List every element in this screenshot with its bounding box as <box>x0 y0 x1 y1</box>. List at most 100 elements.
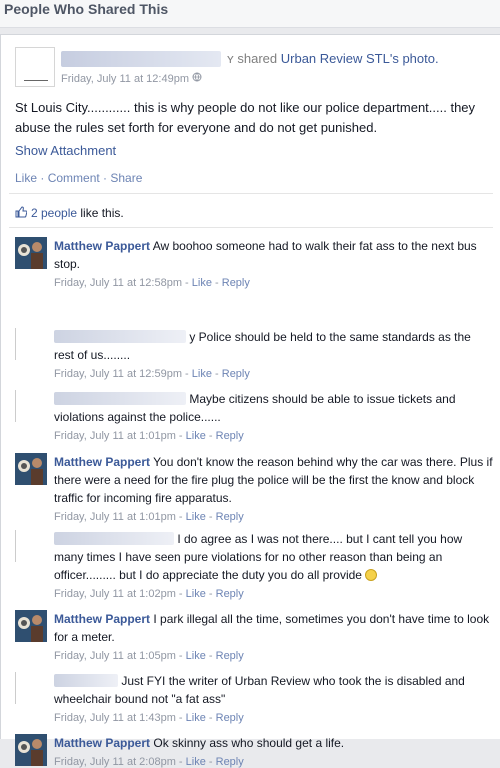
comment-meta: Friday, July 11 at 2:08pm - Like - Reply <box>54 756 244 768</box>
commenter-name-redacted[interactable] <box>54 674 118 687</box>
thumbs-up-icon <box>15 206 28 218</box>
comment-body: Matthew Pappert Aw boohoo someone had to… <box>54 237 494 273</box>
sep: - <box>205 650 216 662</box>
sep: - <box>205 756 216 768</box>
comment-like-link[interactable]: Like <box>186 650 206 662</box>
comment-timestamp[interactable]: Friday, July 11 at 1:01pm <box>54 430 176 442</box>
divider <box>9 193 493 194</box>
commenter-avatar[interactable] <box>15 610 47 642</box>
comment-timestamp[interactable]: Friday, July 11 at 1:43pm <box>54 712 176 724</box>
sep: - <box>175 712 186 724</box>
sep: - <box>175 650 186 662</box>
commenter-avatar[interactable] <box>15 530 47 562</box>
sep: - <box>175 588 186 600</box>
sharer-avatar[interactable] <box>15 47 55 87</box>
commenter-avatar[interactable] <box>15 328 47 360</box>
comment-meta: Friday, July 11 at 1:43pm - Like - Reply <box>54 712 244 724</box>
comment-like-link[interactable]: Like <box>192 368 212 380</box>
comment-reply-link[interactable]: Reply <box>216 430 244 442</box>
commenter-avatar[interactable] <box>15 237 47 269</box>
comment-meta: Friday, July 11 at 12:59pm - Like - Repl… <box>54 368 250 380</box>
sep: - <box>211 277 222 289</box>
comment-body: Just FYI the writer of Urban Review who … <box>54 672 494 708</box>
comment-body: Matthew Pappert Ok skinny ass who should… <box>54 734 494 752</box>
comment-timestamp[interactable]: Friday, July 11 at 12:59pm <box>54 368 182 380</box>
comment-like-link[interactable]: Like <box>192 277 212 289</box>
comment-reply-link[interactable]: Reply <box>216 756 244 768</box>
sep: - <box>205 430 216 442</box>
dialog-title: People Who Shared This <box>4 1 169 17</box>
comment-reply-link[interactable]: Reply <box>216 588 244 600</box>
sep: · <box>99 171 111 185</box>
shared-post: ʏ shared Urban Review STL's photo. Frida… <box>1 35 500 193</box>
comment-reply-link[interactable]: Reply <box>222 277 250 289</box>
comment-like-link[interactable]: Like <box>186 712 206 724</box>
comment-meta: Friday, July 11 at 1:01pm - Like - Reply <box>54 430 244 442</box>
comment-body: y Police should be held to the same stan… <box>54 328 494 364</box>
commenter-name[interactable]: Matthew Pappert <box>54 612 150 626</box>
dialog-header: People Who Shared This <box>0 0 500 28</box>
comment-reply-link[interactable]: Reply <box>216 650 244 662</box>
commenter-avatar[interactable] <box>15 453 47 485</box>
smiley-icon <box>365 569 378 581</box>
sep: - <box>211 368 222 380</box>
sharer-name-tail: ʏ <box>227 51 234 66</box>
commenter-avatar[interactable] <box>15 672 47 704</box>
comment-reply-link[interactable]: Reply <box>216 511 244 523</box>
show-attachment-link[interactable]: Show Attachment <box>15 143 116 158</box>
comment-meta: Friday, July 11 at 1:02pm - Like - Reply <box>54 588 244 600</box>
comment-meta: Friday, July 11 at 1:05pm - Like - Reply <box>54 650 244 662</box>
comment-like-link[interactable]: Like <box>186 430 206 442</box>
post-timestamp-text[interactable]: Friday, July 11 at 12:49pm <box>61 73 189 85</box>
commenter-name-redacted[interactable] <box>54 532 174 545</box>
comment-link[interactable]: Comment <box>48 171 100 185</box>
commenter-name[interactable]: Matthew Pappert <box>54 455 150 469</box>
photo-link[interactable]: 's photo. <box>390 51 439 66</box>
like-link[interactable]: Like <box>15 171 37 185</box>
comment-like-link[interactable]: Like <box>186 756 206 768</box>
divider <box>9 227 493 228</box>
commenter-avatar[interactable] <box>15 390 47 422</box>
shared-verb: shared <box>233 51 281 66</box>
comment-body: Matthew Pappert I park illegal all the t… <box>54 610 494 646</box>
commenter-name[interactable]: Matthew Pappert <box>54 736 150 750</box>
page-link[interactable]: Urban Review STL <box>281 51 390 66</box>
post-actions: Like · Comment · Share <box>15 171 142 185</box>
comment-reply-link[interactable]: Reply <box>216 712 244 724</box>
sep: - <box>205 712 216 724</box>
comment-timestamp[interactable]: Friday, July 11 at 12:58pm <box>54 277 182 289</box>
share-card: ʏ shared Urban Review STL's photo. Frida… <box>0 34 500 768</box>
commenter-name-redacted[interactable] <box>54 392 186 405</box>
comment-like-link[interactable]: Like <box>186 511 206 523</box>
comment-body: I do agree as I was not there.... but I … <box>54 530 494 584</box>
share-link[interactable]: Share <box>110 171 142 185</box>
likes-summary: 2 people like this. <box>15 206 124 220</box>
likes-suffix: like this. <box>77 206 124 220</box>
commenter-name[interactable]: Matthew Pappert <box>54 239 150 253</box>
sep: - <box>175 430 186 442</box>
comment-body: Matthew Pappert You don't know the reaso… <box>54 453 494 507</box>
post-body: St Louis City............ this is why pe… <box>15 100 476 135</box>
sep: - <box>205 588 216 600</box>
comment-timestamp[interactable]: Friday, July 11 at 1:01pm <box>54 511 176 523</box>
comment-reply-link[interactable]: Reply <box>222 368 250 380</box>
sep: - <box>175 756 186 768</box>
comment-timestamp[interactable]: Friday, July 11 at 1:05pm <box>54 650 176 662</box>
sharer-name-redacted[interactable] <box>61 51 221 67</box>
comment-meta: Friday, July 11 at 12:58pm - Like - Repl… <box>54 277 250 289</box>
sep: - <box>175 511 186 523</box>
comment-body: Maybe citizens should be able to issue t… <box>54 390 494 426</box>
comment-timestamp[interactable]: Friday, July 11 at 1:02pm <box>54 588 176 600</box>
commenter-name-redacted[interactable] <box>54 330 186 343</box>
sep: · <box>37 171 48 185</box>
comment-timestamp[interactable]: Friday, July 11 at 2:08pm <box>54 756 176 768</box>
globe-icon <box>192 72 202 85</box>
post-timestamp[interactable]: Friday, July 11 at 12:49pm <box>61 72 202 85</box>
likers-link[interactable]: 2 people <box>31 206 77 220</box>
share-line: ʏ shared Urban Review STL's photo. <box>227 51 439 66</box>
sep: - <box>205 511 216 523</box>
sep: - <box>182 277 192 289</box>
comment-like-link[interactable]: Like <box>186 588 206 600</box>
sep: - <box>182 368 192 380</box>
comment-text: Ok skinny ass who should get a life. <box>153 736 345 750</box>
